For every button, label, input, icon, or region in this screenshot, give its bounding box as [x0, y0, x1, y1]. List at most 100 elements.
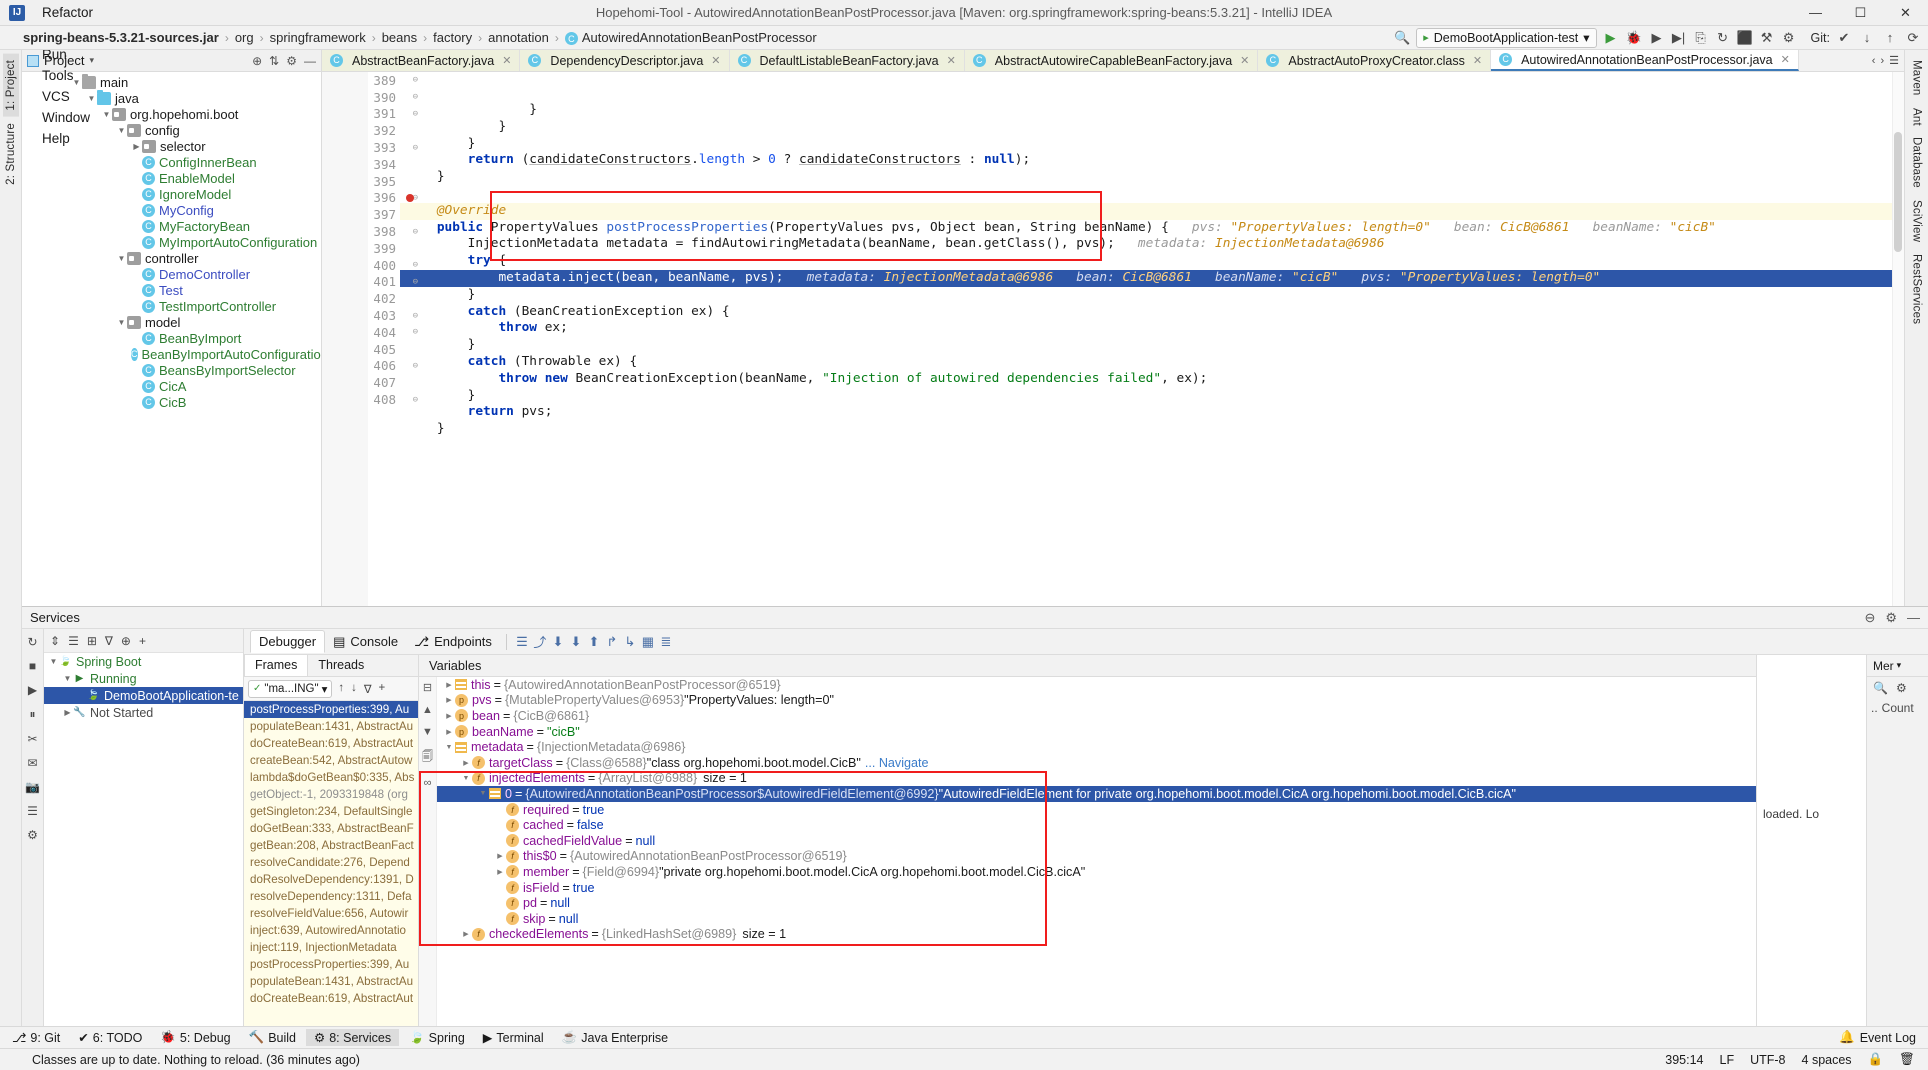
services-tree-tool-3[interactable]: ∇ — [105, 634, 113, 648]
editor-tab-2[interactable]: C DefaultListableBeanFactory.java ✕ — [729, 50, 965, 71]
tool-window-button-0[interactable]: ⎇ 9: Git — [4, 1029, 68, 1046]
frame-item[interactable]: postProcessProperties:399, Au — [244, 701, 418, 718]
frame-item[interactable]: resolveCandidate:276, Depend — [244, 854, 418, 871]
frames-tab-frames[interactable]: Frames — [244, 655, 309, 676]
lock-icon[interactable]: 🔒 — [1861, 1052, 1891, 1067]
tool-window-button-4[interactable]: ⚙ 8: Services — [306, 1029, 400, 1046]
services-tree-tool-4[interactable]: ⊕ — [121, 634, 131, 648]
tree-arrow-icon[interactable]: ▶ — [131, 142, 142, 151]
minimize-button[interactable]: — — [1793, 0, 1838, 26]
tree-arrow-icon[interactable]: ▼ — [116, 126, 127, 135]
breadcrumb-item-0[interactable]: spring-beans-5.3.21-sources.jar — [20, 30, 222, 45]
services-side-icon-8[interactable]: ⚙ — [27, 828, 38, 842]
git-icon-3[interactable]: ⟳ — [1904, 29, 1922, 47]
variable-row[interactable]: f required = true — [437, 802, 1756, 818]
variable-row[interactable]: ▶ f this$0 = {AutowiredAnnotationBeanPostP… — [437, 849, 1756, 865]
git-icon-1[interactable]: ↓ — [1858, 29, 1876, 47]
event-log-button[interactable]: 🔔 Event Log — [1839, 1030, 1924, 1045]
variable-row[interactable]: f cached = false — [437, 817, 1756, 833]
variable-row[interactable]: f isField = true — [437, 880, 1756, 896]
variable-row[interactable]: f pd = null — [437, 895, 1756, 911]
debugger-action-5[interactable]: ↱ — [603, 633, 621, 651]
tool-window-button-2[interactable]: 🐞 5: Debug — [152, 1029, 238, 1046]
breadcrumb-item-1[interactable]: org — [232, 30, 257, 45]
variable-row[interactable]: ▶ p beanName = "cicB" — [437, 724, 1756, 740]
editor-tab-4[interactable]: C AbstractAutoProxyCreator.class ✕ — [1258, 50, 1492, 71]
navbar-icon-3[interactable]: ↻ — [1714, 29, 1732, 47]
tree-arrow-icon[interactable]: ▶ — [443, 728, 455, 736]
tree-row[interactable]: C MyImportAutoConfiguration — [22, 234, 321, 250]
code-content[interactable]: } } } return (candidateConstructors.leng… — [400, 72, 1904, 606]
tree-arrow-icon[interactable]: ▶ — [494, 868, 506, 876]
tree-row[interactable]: ▼ model — [22, 314, 321, 330]
services-side-icon-0[interactable]: ↻ — [27, 635, 37, 649]
right-tool-tab-4[interactable]: RestServices — [1909, 248, 1925, 330]
tree-row[interactable]: ▼ controller — [22, 250, 321, 266]
close-icon[interactable]: ✕ — [1781, 53, 1790, 66]
tree-row[interactable]: C BeanByImportAutoConfiguration — [22, 346, 321, 362]
close-icon[interactable]: ✕ — [947, 54, 956, 67]
frame-item[interactable]: getObject:-1, 2093319848 (org — [244, 786, 418, 803]
fold-icon[interactable]: ⊖ — [413, 277, 418, 287]
navbar-icon-2[interactable]: ⎘ — [1692, 29, 1710, 47]
services-tree-row[interactable]: ▶ 🔧 Not Started — [44, 704, 243, 721]
frame-item[interactable]: doResolveDependency:1391, D — [244, 871, 418, 888]
services-side-icon-5[interactable]: ✉ — [27, 756, 37, 770]
frame-item[interactable]: resolveDependency:1311, Defa — [244, 888, 418, 905]
caret-position[interactable]: 395:14 — [1658, 1053, 1710, 1067]
navbar-icon-0[interactable]: ▶ — [1648, 29, 1666, 47]
git-icon-0[interactable]: ✔ — [1835, 29, 1853, 47]
debugger-tab-endpoints[interactable]: ⎇ Endpoints — [406, 631, 500, 653]
editor-tab-5[interactable]: C AutowiredAnnotationBeanPostProcessor.ja… — [1491, 50, 1799, 71]
right-tool-tab-1[interactable]: Ant — [1909, 102, 1925, 132]
tree-arrow-icon[interactable]: ▼ — [477, 790, 489, 797]
tool-window-button-3[interactable]: 🔨 Build — [241, 1029, 304, 1046]
fold-icon[interactable]: ⊖ — [413, 109, 418, 119]
breadcrumb-item-2[interactable]: springframework — [267, 30, 369, 45]
variable-row[interactable]: ▼ metadata = {InjectionMetadata@6986} — [437, 739, 1756, 755]
project-tool-2[interactable]: ⚙ — [286, 54, 297, 68]
fold-icon[interactable]: ⊖ — [413, 361, 418, 371]
call-stack-list[interactable]: postProcessProperties:399, Au populateBea… — [244, 701, 418, 1026]
variables-gutter-icon-0[interactable]: ⊟ — [423, 681, 432, 694]
frame-item[interactable]: createBean:542, AbstractAutow — [244, 752, 418, 769]
close-icon[interactable]: ✕ — [1240, 54, 1249, 67]
services-side-icon-3[interactable]: ⏸ — [29, 707, 35, 722]
fold-icon[interactable]: ⊖ — [413, 227, 418, 237]
project-tree[interactable]: ▼ main ▼ java ▼ org.hopehomi.boot ▼ config ▶ sele… — [22, 72, 321, 606]
tabbar-action-0[interactable]: ‹ — [1872, 55, 1876, 67]
debugger-action-2[interactable]: ⬇ — [549, 633, 567, 651]
menu-item-help[interactable]: Help — [33, 128, 104, 149]
gear-icon[interactable]: ⚙ — [1896, 681, 1907, 695]
frame-item[interactable]: populateBean:1431, AbstractAu — [244, 973, 418, 990]
chevron-down-icon[interactable]: ▾ — [1897, 660, 1902, 671]
frames-tool-3[interactable]: + — [379, 682, 386, 696]
tree-arrow-icon[interactable]: ▼ — [443, 744, 455, 751]
right-tool-tab-3[interactable]: SciView — [1909, 194, 1925, 248]
variable-row[interactable]: ▶ f targetClass = {Class@6588} "class org.… — [437, 755, 1756, 771]
menu-item-window[interactable]: Window — [33, 107, 104, 128]
variable-row[interactable]: ▼ 0 = {AutowiredAnnotationBeanPostProcess… — [437, 786, 1756, 802]
right-tool-tab-0[interactable]: Maven — [1909, 54, 1925, 102]
frame-item[interactable]: lambda$doGetBean$0:335, Abs — [244, 769, 418, 786]
services-tree[interactable]: ▼ 🍃 Spring Boot ▼ ▶ Running 🍃 DemoBootApplicati… — [44, 653, 243, 721]
frames-tab-threads[interactable]: Threads — [308, 655, 374, 676]
menu-item-vcs[interactable]: VCS — [33, 86, 104, 107]
editor-scrollbar[interactable] — [1892, 72, 1904, 606]
navbar-icon-6[interactable]: ⚙ — [1780, 29, 1798, 47]
project-tool-3[interactable]: — — [304, 54, 316, 68]
tree-row[interactable]: C MyFactoryBean — [22, 218, 321, 234]
close-icon[interactable]: ✕ — [711, 54, 720, 67]
variable-row[interactable]: ▶ f checkedElements = {LinkedHashSet@6989}… — [437, 927, 1756, 943]
frame-item[interactable]: doCreateBean:619, AbstractAut — [244, 735, 418, 752]
code-editor[interactable]: 389 ⊖ 390 ⊖ 391 ⊖ 392 393 ⊖ 394 395 396 ⊖ 397 398 ⊖ 399 4… — [322, 72, 1904, 606]
frame-item[interactable]: resolveFieldValue:656, Autowir — [244, 905, 418, 922]
frame-item[interactable]: inject:119, InjectionMetadata — [244, 939, 418, 956]
tree-arrow-icon[interactable]: ▼ — [116, 254, 127, 263]
services-side-icon-4[interactable]: ✂ — [27, 732, 37, 746]
services-tree-row[interactable]: 🍃 DemoBootApplication-te — [44, 687, 243, 704]
variables-gutter-icon-3[interactable]: 🗐 — [422, 748, 433, 767]
editor-tab-0[interactable]: C AbstractBeanFactory.java ✕ — [322, 50, 521, 71]
project-tool-1[interactable]: ⇅ — [269, 54, 279, 68]
project-tool-0[interactable]: ⊕ — [252, 54, 262, 68]
